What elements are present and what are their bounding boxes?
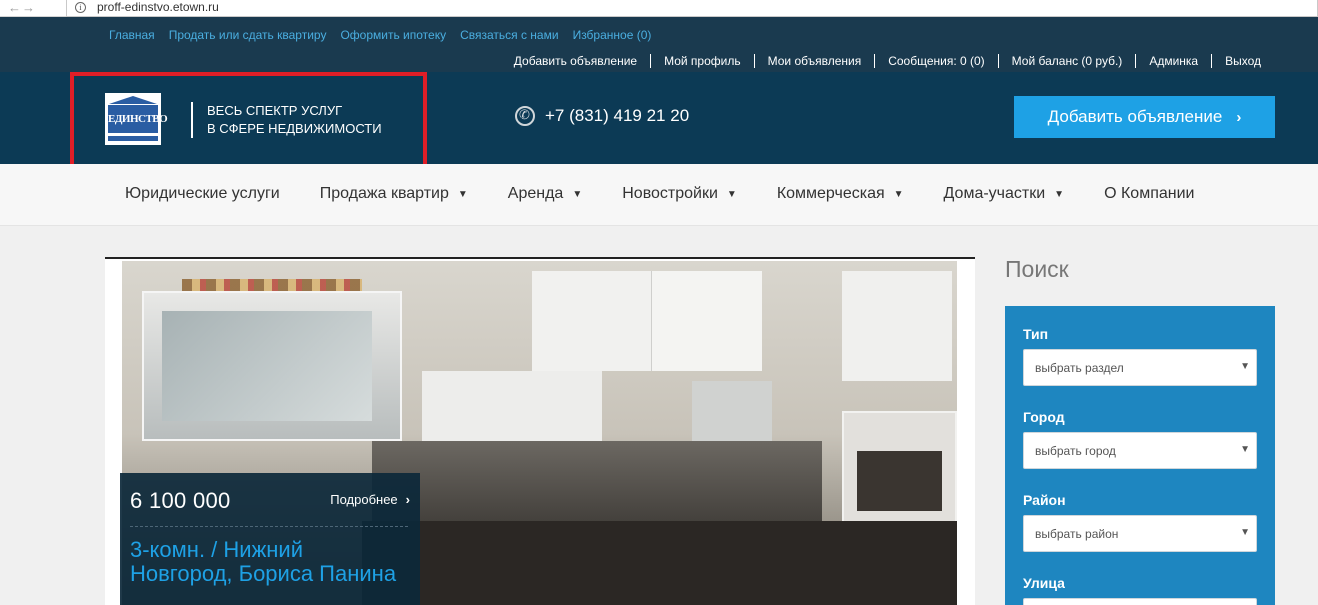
- details-link[interactable]: Подробнее ›: [330, 492, 410, 507]
- info-icon[interactable]: i: [75, 2, 86, 13]
- top-link-contact[interactable]: Связаться с нами: [460, 28, 558, 42]
- nav-item-houses[interactable]: Дома-участки ▼: [944, 185, 1065, 203]
- phone-number: +7 (831) 419 21 20: [545, 106, 690, 125]
- search-heading: Поиск: [1005, 256, 1069, 282]
- top-strip: Главная Продать или сдать квартиру Оформ…: [0, 17, 1318, 72]
- url-field[interactable]: i proff-edinstvo.etown.ru: [66, 0, 1318, 17]
- user-links: Добавить объявление Мой профиль Мои объя…: [501, 54, 1261, 68]
- chevron-down-icon: ▼: [457, 188, 468, 200]
- photo-cabinet-3: [652, 271, 762, 371]
- city-select-value: выбрать город: [1035, 444, 1116, 458]
- nav-item-rent[interactable]: Аренда ▼: [508, 185, 582, 203]
- price-card: 6 100 000 Подробнее › 3-комн. / Нижний Н…: [120, 473, 420, 605]
- add-listing-label: Добавить объявление: [1047, 107, 1223, 126]
- photo-lower-cabinet: [422, 371, 602, 441]
- top-link-home[interactable]: Главная: [109, 28, 155, 42]
- listing-card: 6 100 000 Подробнее › 3-комн. / Нижний Н…: [105, 257, 975, 605]
- add-listing-button[interactable]: Добавить объявление ›: [1014, 96, 1275, 138]
- district-select[interactable]: выбрать район ▼: [1023, 515, 1257, 552]
- photo-cabinet-4: [842, 271, 952, 381]
- phone-icon: [515, 106, 535, 126]
- dropdown-arrow-icon: ▼: [1240, 527, 1250, 538]
- field-label-district: Район: [1023, 492, 1066, 508]
- user-link-my-listings[interactable]: Мои объявления: [753, 54, 875, 68]
- chevron-right-icon: ›: [1236, 108, 1242, 126]
- nav-item-commercial[interactable]: Коммерческая ▼: [777, 185, 904, 203]
- price-divider: [130, 526, 408, 527]
- chevron-down-icon: ▼: [572, 188, 583, 200]
- chevron-down-icon: ▼: [1054, 188, 1065, 200]
- field-label-city: Город: [1023, 409, 1065, 425]
- district-select-value: выбрать район: [1035, 527, 1119, 541]
- user-link-add-listing[interactable]: Добавить объявление: [501, 54, 650, 68]
- main-nav: Юридические услуги Продажа квартир ▼ Арен…: [0, 164, 1318, 226]
- top-links: Главная Продать или сдать квартиру Оформ…: [109, 28, 651, 42]
- photo-cabinet-2: [532, 271, 652, 371]
- chevron-down-icon: ▼: [893, 188, 904, 200]
- user-link-admin[interactable]: Админка: [1135, 54, 1211, 68]
- listing-price: 6 100 000: [130, 488, 231, 513]
- chevron-down-icon: ▼: [726, 188, 737, 200]
- user-link-balance[interactable]: Мой баланс (0 руб.): [997, 54, 1136, 68]
- chevron-right-icon: ›: [405, 492, 410, 507]
- browser-address-bar: ← → i proff-edinstvo.etown.ru: [0, 0, 1318, 17]
- content-area: 6 100 000 Подробнее › 3-комн. / Нижний Н…: [0, 226, 1318, 605]
- user-link-profile[interactable]: Мой профиль: [650, 54, 754, 68]
- photo-cabinet-glass: [162, 311, 372, 421]
- street-select[interactable]: [1023, 598, 1257, 605]
- url-text: proff-edinstvo.etown.ru: [97, 0, 219, 14]
- user-link-logout[interactable]: Выход: [1211, 54, 1261, 68]
- top-link-mortgage[interactable]: Оформить ипотеку: [340, 28, 446, 42]
- field-label-type: Тип: [1023, 326, 1049, 342]
- type-select[interactable]: выбрать раздел ▼: [1023, 349, 1257, 386]
- nav-item-apartments[interactable]: Продажа квартир ▼: [320, 185, 468, 203]
- search-panel: Тип выбрать раздел ▼ Город выбрать город…: [1005, 306, 1275, 605]
- photo-counter: [362, 521, 957, 605]
- field-label-street: Улица: [1023, 575, 1065, 591]
- dropdown-arrow-icon: ▼: [1240, 361, 1250, 372]
- phone-contact[interactable]: +7 (831) 419 21 20: [515, 106, 689, 126]
- photo-hood: [692, 381, 772, 441]
- dropdown-arrow-icon: ▼: [1240, 444, 1250, 455]
- type-select-value: выбрать раздел: [1035, 361, 1124, 375]
- user-link-messages[interactable]: Сообщения: 0 (0): [874, 54, 997, 68]
- top-link-favorites[interactable]: Избранное (0): [573, 28, 652, 42]
- photo-oven-window: [857, 451, 942, 511]
- listing-title[interactable]: 3-комн. / Нижний Новгород, Бориса Панина: [130, 538, 410, 586]
- forward-arrow-icon[interactable]: →: [22, 1, 35, 15]
- top-link-sell[interactable]: Продать или сдать квартиру: [169, 28, 327, 42]
- details-label: Подробнее: [330, 492, 398, 507]
- city-select[interactable]: выбрать город ▼: [1023, 432, 1257, 469]
- nav-item-about[interactable]: О Компании: [1104, 185, 1194, 203]
- back-arrow-icon[interactable]: ←: [8, 1, 21, 15]
- nav-item-new-buildings[interactable]: Новостройки ▼: [622, 185, 737, 203]
- nav-item-legal[interactable]: Юридические услуги: [125, 185, 280, 203]
